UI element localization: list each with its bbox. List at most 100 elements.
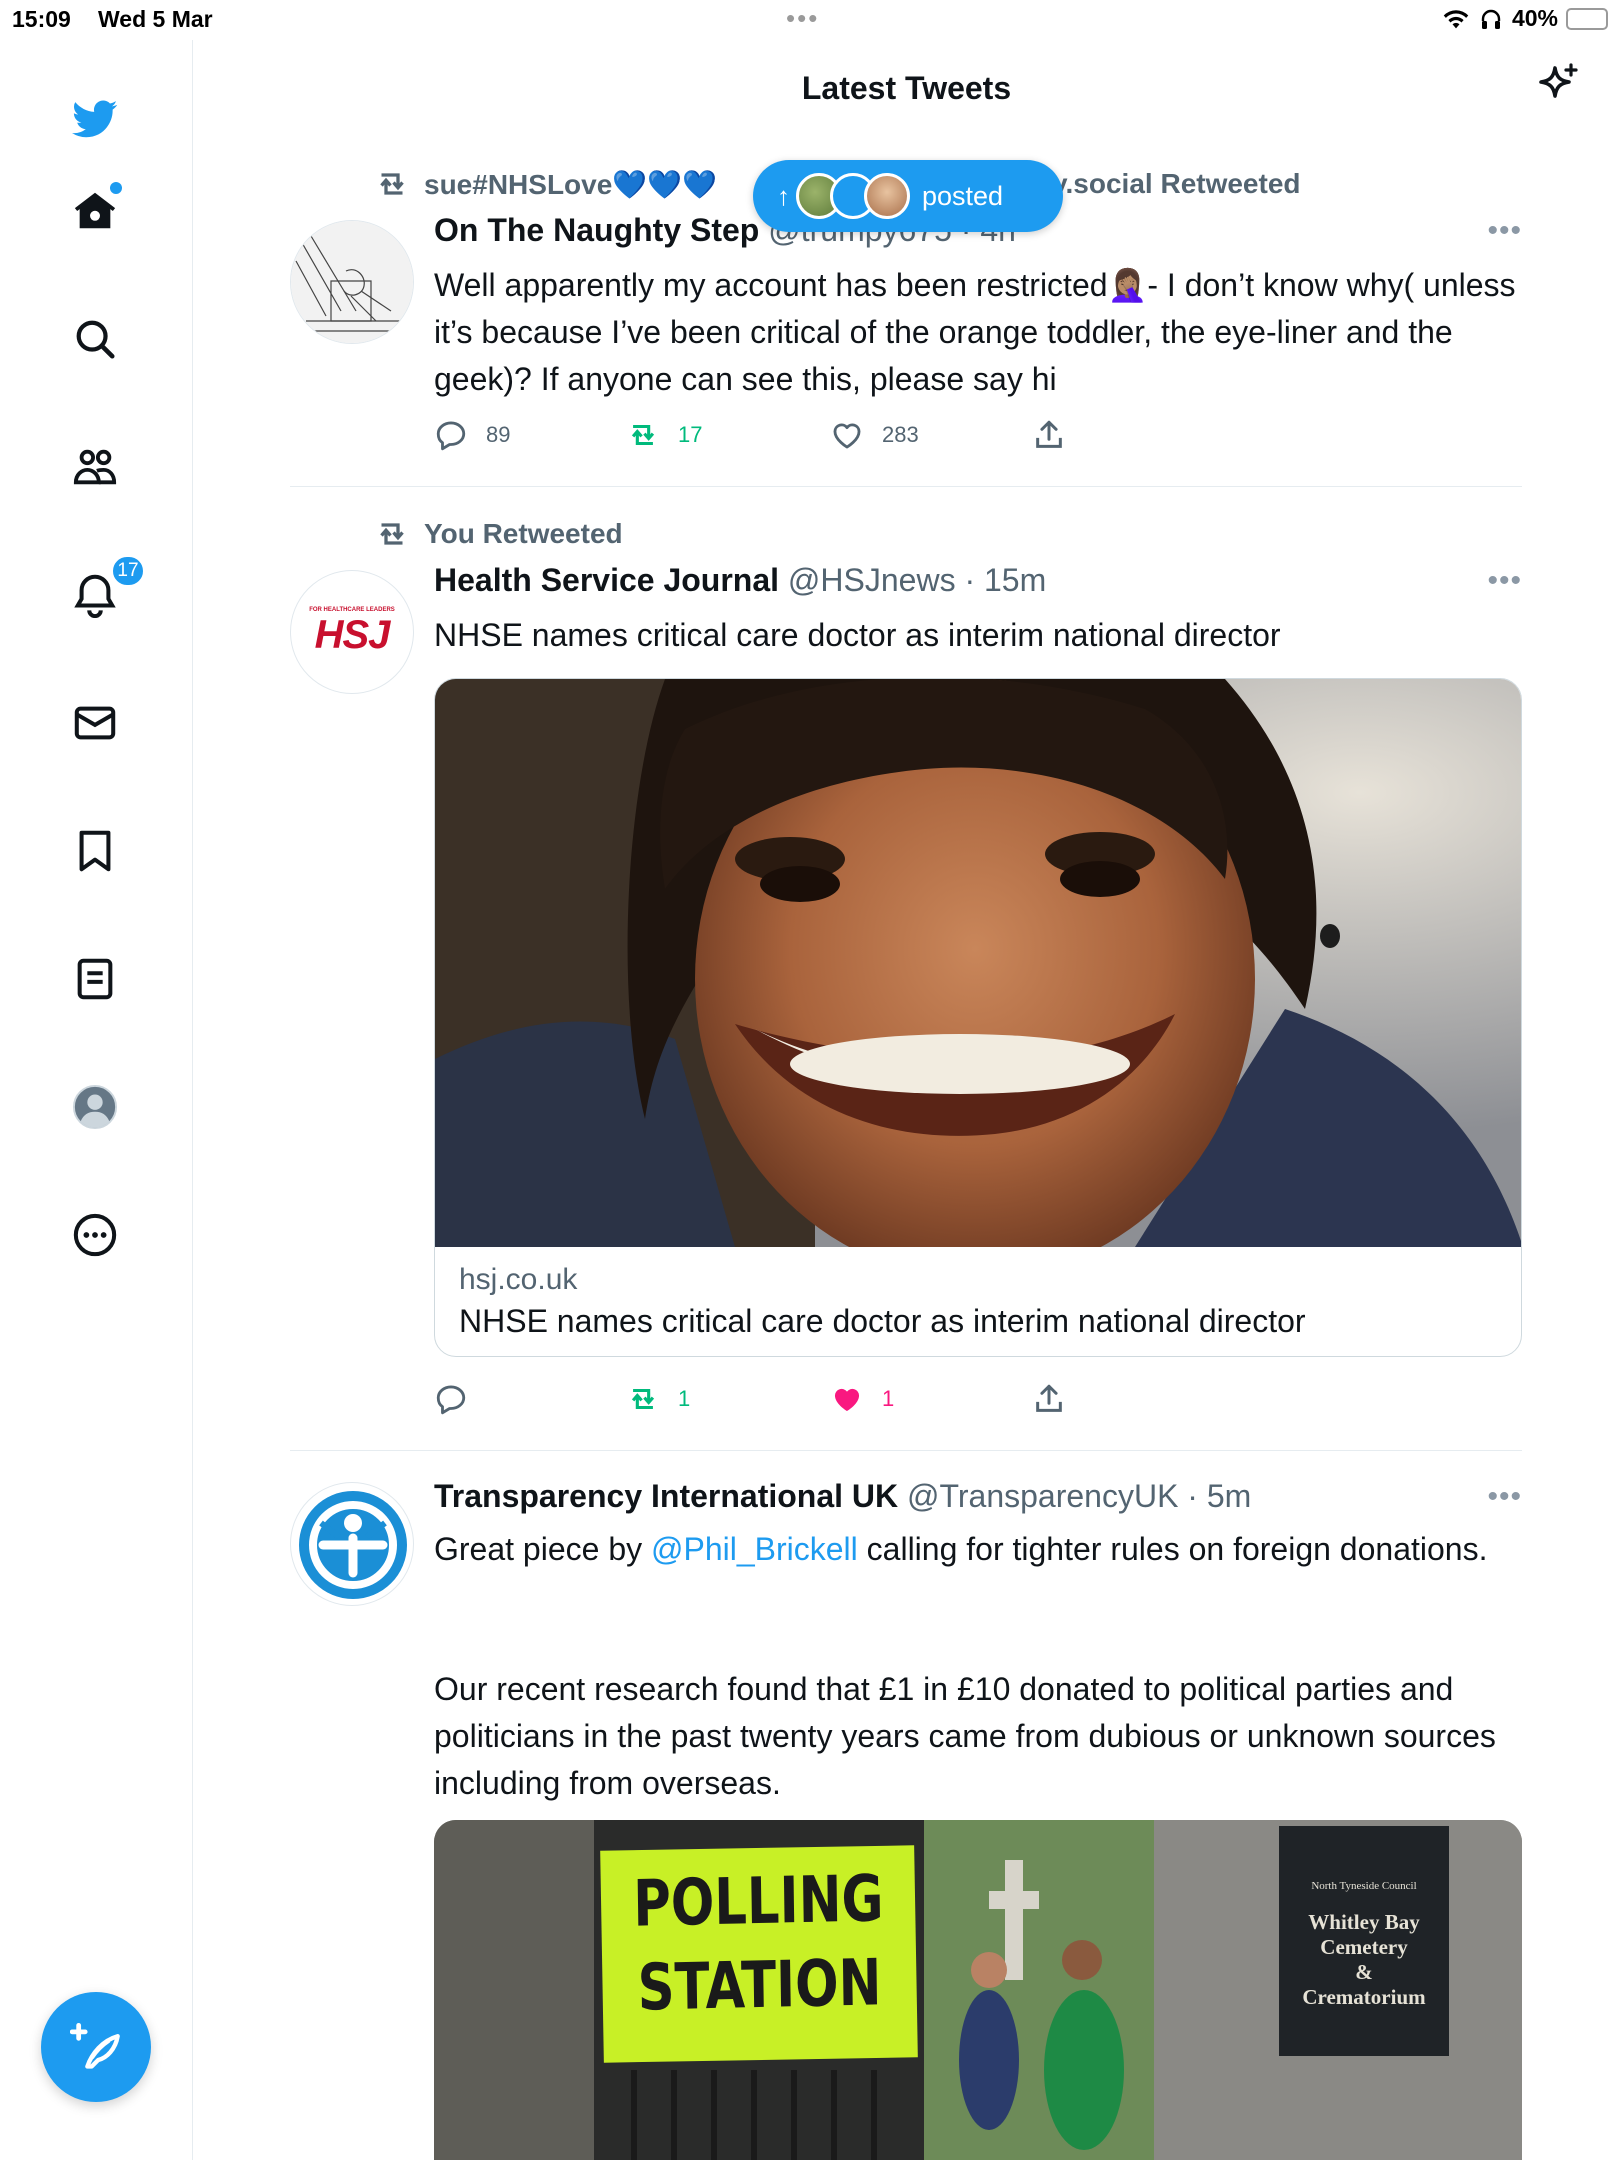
notifications-badge: 17 [110,554,146,588]
polling-sign-text: POLLING STATION [632,1857,886,2030]
envelope-icon [74,706,116,740]
like-count: 1 [882,1386,895,1411]
status-bar: 15:09 Wed 5 Mar ••• 40% [0,0,1620,40]
link-card[interactable]: hsj.co.uk NHSE names critical care docto… [434,678,1522,1357]
avatar-icon [72,1084,118,1130]
retweet-context-label: You Retweeted [424,518,623,549]
status-indicators: 40% [1442,5,1608,32]
share-icon [1036,1384,1062,1412]
cemetery-line3: & [1355,1960,1373,1984]
more-options-icon[interactable]: ••• [1487,564,1522,598]
sparkle-icon[interactable] [1535,62,1583,110]
link-card-image [435,679,1521,1247]
share-icon [1036,420,1062,448]
avatar[interactable] [290,1482,414,1606]
reply-count: 89 [486,422,511,447]
tweet-divider [290,486,1522,487]
mention-link[interactable]: @Phil_Brickell [651,1531,858,1567]
tweet-media-image[interactable]: POLLING STATION North Tyneside Council W… [434,1820,1522,2160]
share-button[interactable] [1032,1382,1066,1416]
status-date: Wed 5 Mar [98,6,213,32]
wifi-icon [1443,9,1469,28]
more-circle-icon [73,1213,117,1257]
retweet-button[interactable]: 1 [626,1382,690,1416]
twitter-logo-icon[interactable] [66,90,124,148]
reply-button[interactable] [434,1382,486,1416]
author-handle[interactable]: @TransparencyUK · 5m [907,1478,1251,1514]
home-nav-button[interactable] [66,182,124,240]
notifications-nav-button[interactable]: 17 [66,554,146,624]
polling-sign-line2: STATION [637,1946,882,2026]
tweet[interactable]: Transparency International UK @Transpare… [290,1470,1522,2160]
sidebar: 17 [0,40,193,2160]
more-options-icon[interactable]: ••• [1487,214,1522,248]
tweet[interactable]: You Retweeted FOR HEALTHCARE LEADERS HSJ… [290,510,1522,1451]
tweet-text: NHSE names critical care doctor as inter… [434,617,1281,653]
heart-filled-icon [834,1388,860,1412]
headphones-icon [1481,9,1501,29]
tweet-divider [290,1450,1522,1451]
avatar[interactable] [290,220,414,344]
tweet-text-paragraph: Our recent research found that £1 in £10… [434,1671,1496,1801]
search-icon [76,320,115,359]
cemetery-line2: Cemetery [1320,1935,1408,1959]
more-nav-button[interactable] [66,1206,124,1264]
retweet-context: You Retweeted [374,516,623,552]
list-icon [77,958,113,1000]
compose-tweet-button[interactable] [41,1992,151,2102]
retweet-icon [631,424,655,446]
reply-icon [436,421,466,451]
communities-icon [73,449,117,485]
page-title: Latest Tweets [801,70,1012,106]
new-posts-pill[interactable]: ↑ posted [753,160,1063,232]
link-card-title: NHSE names critical care doctor as inter… [459,1303,1306,1339]
pill-avatar-3 [864,173,910,219]
retweet-button[interactable]: 17 [626,418,702,452]
reply-button[interactable]: 89 [434,418,510,452]
author-name[interactable]: Transparency International UK [434,1478,898,1514]
tweet-actions: 1 1 [434,1382,1134,1422]
avatar[interactable]: FOR HEALTHCARE LEADERS HSJ [290,570,414,694]
link-card-meta: hsj.co.uk NHSE names critical care docto… [435,1247,1521,1356]
home-new-dot [110,182,122,194]
tweet-text: Well apparently my account has been rest… [434,267,1516,397]
retweet-icon [380,173,404,195]
arrow-up-icon: ↑ [777,180,790,211]
polling-sign-line1: POLLING [632,1862,885,1942]
battery-icon [1566,7,1608,30]
heart-icon [833,423,861,449]
lists-nav-button[interactable] [66,950,124,1008]
author-name[interactable]: On The Naughty Step [434,212,759,248]
search-nav-button[interactable] [66,310,124,368]
pill-label: posted [922,180,1004,211]
bookmarks-nav-button[interactable] [66,822,124,880]
cemetery-line4: Crematorium [1302,1985,1426,2009]
tweet-header: Health Service Journal @HSJnews · 15m [434,562,1046,599]
retweet-icon [631,1388,655,1410]
like-button[interactable]: 1 [830,1382,894,1416]
retweet-count: 1 [678,1386,691,1411]
compose-feather-icon [70,2022,120,2069]
author-handle[interactable]: @HSJnews · 15m [788,562,1046,598]
author-name[interactable]: Health Service Journal [434,562,779,598]
status-time: 15:09 [12,6,71,32]
communities-nav-button[interactable] [66,438,124,496]
messages-nav-button[interactable] [66,694,124,752]
tweet-text-post: calling for tighter rules on foreign don… [857,1531,1488,1567]
like-count: 283 [882,422,919,447]
retweeter-name[interactable]: sue#NHSLove💙💙💙 [424,168,717,201]
battery-percent: 40% [1511,5,1558,31]
cemetery-sign-text: North Tyneside Council Whitley Bay Cemet… [1279,1880,1449,2010]
multitask-dots-icon[interactable]: ••• [786,3,819,34]
more-options-icon[interactable]: ••• [1487,1480,1522,1514]
tweet-actions: 89 17 283 [434,418,1134,458]
council-name: North Tyneside Council [1311,1880,1417,1892]
share-button[interactable] [1032,418,1066,452]
transparency-logo-icon [299,1491,407,1599]
cemetery-line1: Whitley Bay [1308,1910,1420,1934]
retweet-count: 17 [678,422,703,447]
tweet-header: Transparency International UK @Transpare… [434,1478,1251,1515]
like-button[interactable]: 283 [830,418,919,452]
profile-nav-button[interactable] [66,1078,124,1136]
home-icon [74,192,116,229]
